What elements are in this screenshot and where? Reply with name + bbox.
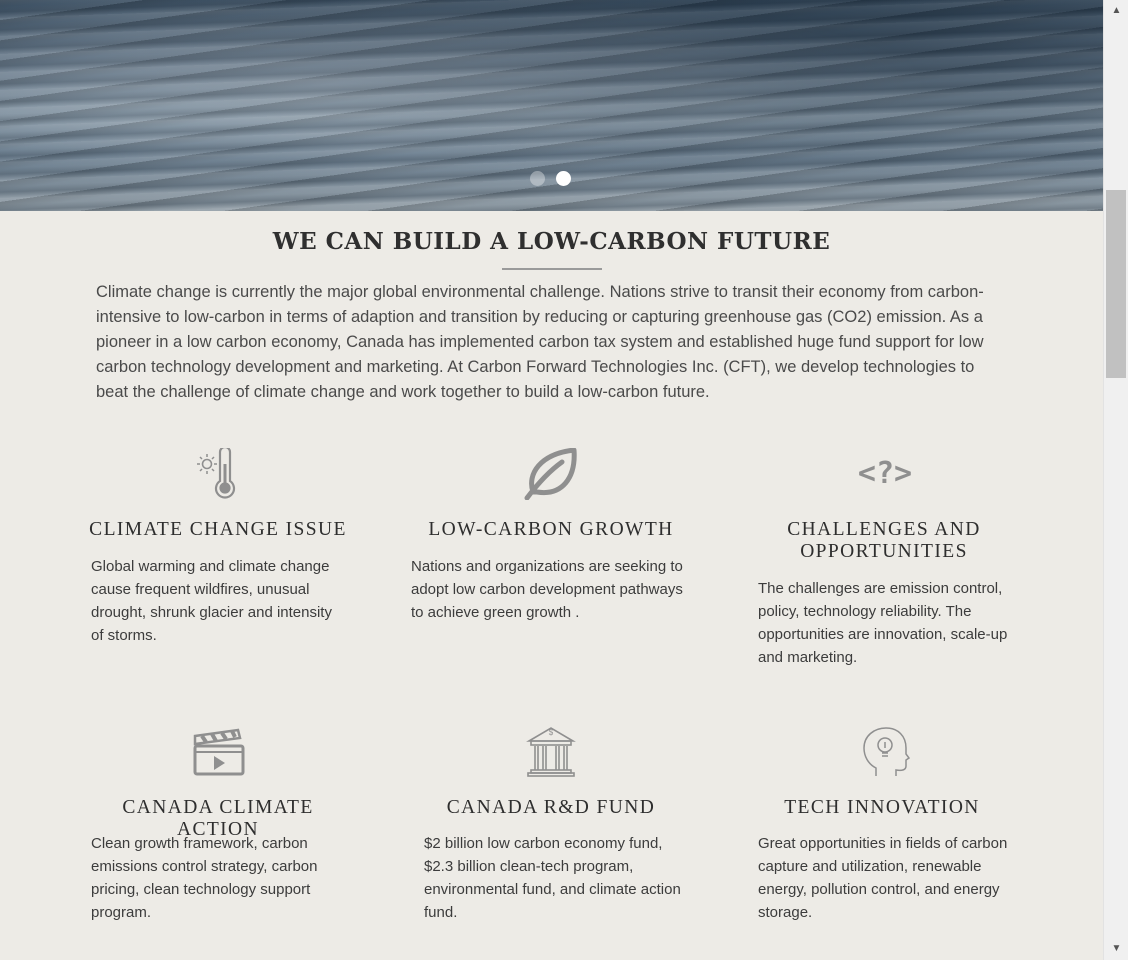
feature-description: Clean growth framework, carbon emissions… — [91, 835, 318, 921]
feature-title: TECH INNOVATION — [784, 797, 980, 818]
code-question-icon: <?> — [857, 456, 913, 491]
head-lightbulb-icon — [863, 727, 910, 776]
title-underline — [502, 268, 602, 270]
feature-title: LOW-CARBON GROWTH — [428, 519, 674, 540]
clapperboard-icon — [193, 728, 245, 776]
feature-title: CLIMATE CHANGE ISSUE — [89, 519, 347, 540]
feature-description: The challenges are emission control, pol… — [758, 580, 1008, 666]
carousel-dot-1[interactable] — [530, 171, 545, 186]
leaf-icon — [524, 448, 577, 500]
scroll-down-arrow-icon[interactable]: ▼ — [1104, 938, 1128, 960]
thermometer-sun-icon — [197, 448, 236, 499]
scroll-up-arrow-icon[interactable]: ▲ — [1104, 0, 1128, 22]
carousel-dot-2[interactable] — [556, 171, 571, 186]
feature-description: Global warming and climate change cause … — [91, 558, 332, 644]
feature-description: Nations and organizations are seeking to… — [411, 558, 683, 621]
section-title: WE CAN BUILD A LOW-CARBON FUTURE — [272, 228, 831, 255]
carousel-dots — [530, 171, 571, 186]
feature-description: Great opportunities in fields of carbon … — [758, 835, 1008, 921]
feature-description: $2 billion low carbon economy fund, $2.3… — [424, 835, 681, 921]
feature-title: CANADA R&D FUND — [446, 797, 656, 818]
intro-paragraph: Climate change is currently the major gl… — [96, 283, 984, 401]
feature-title: CHALLENGES AND OPPORTUNITIES — [787, 519, 981, 562]
scrollbar-thumb[interactable] — [1106, 190, 1126, 378]
vertical-scrollbar[interactable]: ▲ ▼ — [1103, 0, 1128, 960]
hero-image — [0, 0, 1103, 211]
dollar-sign-icon: $ — [548, 728, 554, 737]
